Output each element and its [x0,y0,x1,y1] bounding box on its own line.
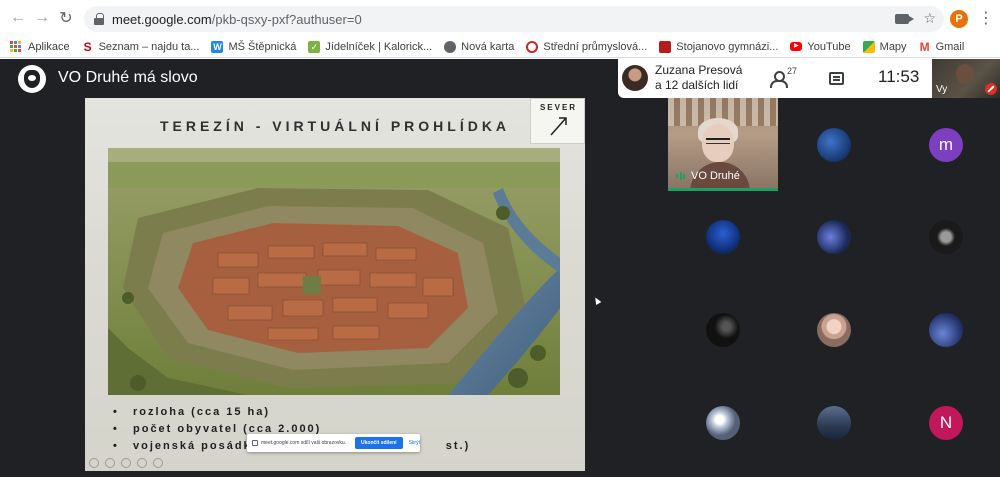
url-host: meet.google.com [112,11,212,27]
chat-icon[interactable] [829,72,844,85]
meeting-clock: 11:53 [878,67,920,86]
compass-box: SEVER [530,98,585,144]
participant-avatar[interactable] [706,220,740,254]
bookmark-stojanovo[interactable]: Stojanovo gymnázi... [659,40,778,53]
slide-toolbar [85,455,205,471]
url-path: /pkb-qsxy-pxf?authuser=0 [211,11,362,27]
bookmark-gmail[interactable]: M Gmail [919,41,965,53]
presenter-info[interactable]: Zuzana Presová a 12 dalších lidí [655,63,742,93]
aerial-photo-illustration [108,148,560,395]
prev-slide-icon[interactable] [89,458,99,468]
participant-avatar[interactable] [929,313,963,347]
bookmark-youtube[interactable]: ▶ YouTube [790,41,851,53]
mouse-cursor-icon [592,295,602,306]
forward-arrow-icon[interactable]: → [30,6,54,30]
participant-avatar[interactable] [706,406,740,440]
bookmark-apps[interactable]: Aplikace [10,40,70,53]
meeting-title: VO Druhé má slovo [58,69,198,86]
bullet-item: • rozloha (cca 15 ha) [113,406,271,418]
school-flag-icon [659,40,672,53]
back-arrow-icon[interactable]: ← [6,6,30,30]
bookmark-seznam[interactable]: S Seznam – najdu ta... [82,41,200,53]
browser-toolbar: ← → ↻ meet.google.com /pkb-qsxy-pxf?auth… [0,0,1000,36]
participant-count: 27 [787,66,798,76]
checkbox-icon: ✓ [308,40,321,53]
presentation-slide: TEREZÍN - VIRTUÁLNÍ PROHLÍDKA SEVER • ro… [85,98,585,471]
presenter-avatar [622,65,648,91]
gmail-icon: M [919,39,930,54]
participant-grid: VO Druhé m N [668,98,1000,477]
star-icon[interactable]: ☆ [923,10,936,27]
presenter-name: Zuzana Presová [655,63,743,77]
participant-avatar[interactable] [706,313,740,347]
compass-label: SEVER [539,103,578,112]
camera-icon[interactable] [895,13,915,24]
bookmark-nova-karta[interactable]: Nová karta [444,40,514,53]
globe-icon [444,40,457,53]
w-icon: W [211,40,224,53]
speaking-indicator-icon [676,171,686,181]
apps-grid-icon [10,40,22,53]
self-label: Vy [936,84,948,95]
school-icon [526,40,539,53]
bookmark-mapy[interactable]: Mapy [862,40,907,53]
bookmark-ms-stepnicka[interactable]: W MŠ Štěpnická [211,40,296,53]
stop-sharing-button[interactable]: Ukončit sdílení [355,437,403,449]
bullet-tail: st.) [445,440,471,452]
screen-share-banner: meet.google.com sdílí vaši obrazovku. Uk… [247,434,420,452]
hide-banner-button[interactable]: Skrýt [409,440,420,446]
seznam-icon: S [83,39,92,54]
profile-avatar[interactable]: P [950,10,968,28]
participant-avatar[interactable] [817,313,851,347]
address-bar[interactable]: meet.google.com /pkb-qsxy-pxf?authuser=0… [84,6,944,32]
fortress-aerial-photo [108,148,560,395]
youtube-icon: ▶ [790,42,803,51]
north-arrow-icon [550,117,567,136]
pen-tool-icon[interactable] [121,458,131,468]
next-slide-icon[interactable] [105,458,115,468]
share-banner-text: meet.google.com sdílí vaši obrazovku. [261,440,347,446]
others-count: a 12 dalších lidí [655,78,739,92]
bookmark-jidelnicek[interactable]: ✓ Jídelníček | Kalorick... [308,40,432,53]
meeting-info-bar: Zuzana Presová a 12 dalších lidí 27 11:5… [618,59,932,98]
share-screen-icon [252,440,258,446]
more-menu-icon[interactable]: ⋮ [978,10,994,28]
participant-avatar[interactable] [817,128,851,162]
participant-avatar-letter[interactable]: N [929,406,963,440]
glasses [706,138,730,144]
participant-tile-active[interactable]: VO Druhé [668,98,778,191]
slide-title: TEREZÍN - VIRTUÁLNÍ PROHLÍDKA [159,118,511,134]
lock-icon [94,13,104,25]
participant-avatar[interactable] [817,406,851,440]
mic-off-icon [985,83,997,95]
screen: ← → ↻ meet.google.com /pkb-qsxy-pxf?auth… [0,0,1000,477]
participant-avatar[interactable] [929,220,963,254]
self-video [956,64,974,84]
participant-name: VO Druhé [691,170,740,182]
maps-icon [862,40,875,53]
zoom-icon[interactable] [137,458,147,468]
bookmarks-bar: Aplikace S Seznam – najdu ta... W MŠ Ště… [0,36,1000,58]
participant-avatar[interactable] [817,220,851,254]
self-view-tile[interactable]: Vy [932,59,1000,98]
participant-avatar-letter[interactable]: m [929,128,963,162]
meeting-logo-icon [18,65,46,93]
reload-icon[interactable]: ↻ [54,6,78,30]
more-tools-icon[interactable] [153,458,163,468]
bookmark-stredni-prumyslova[interactable]: Střední průmyslová... [526,40,647,53]
meet-window: VO Druhé má slovo Zuzana Presová a 12 da… [0,59,1000,477]
